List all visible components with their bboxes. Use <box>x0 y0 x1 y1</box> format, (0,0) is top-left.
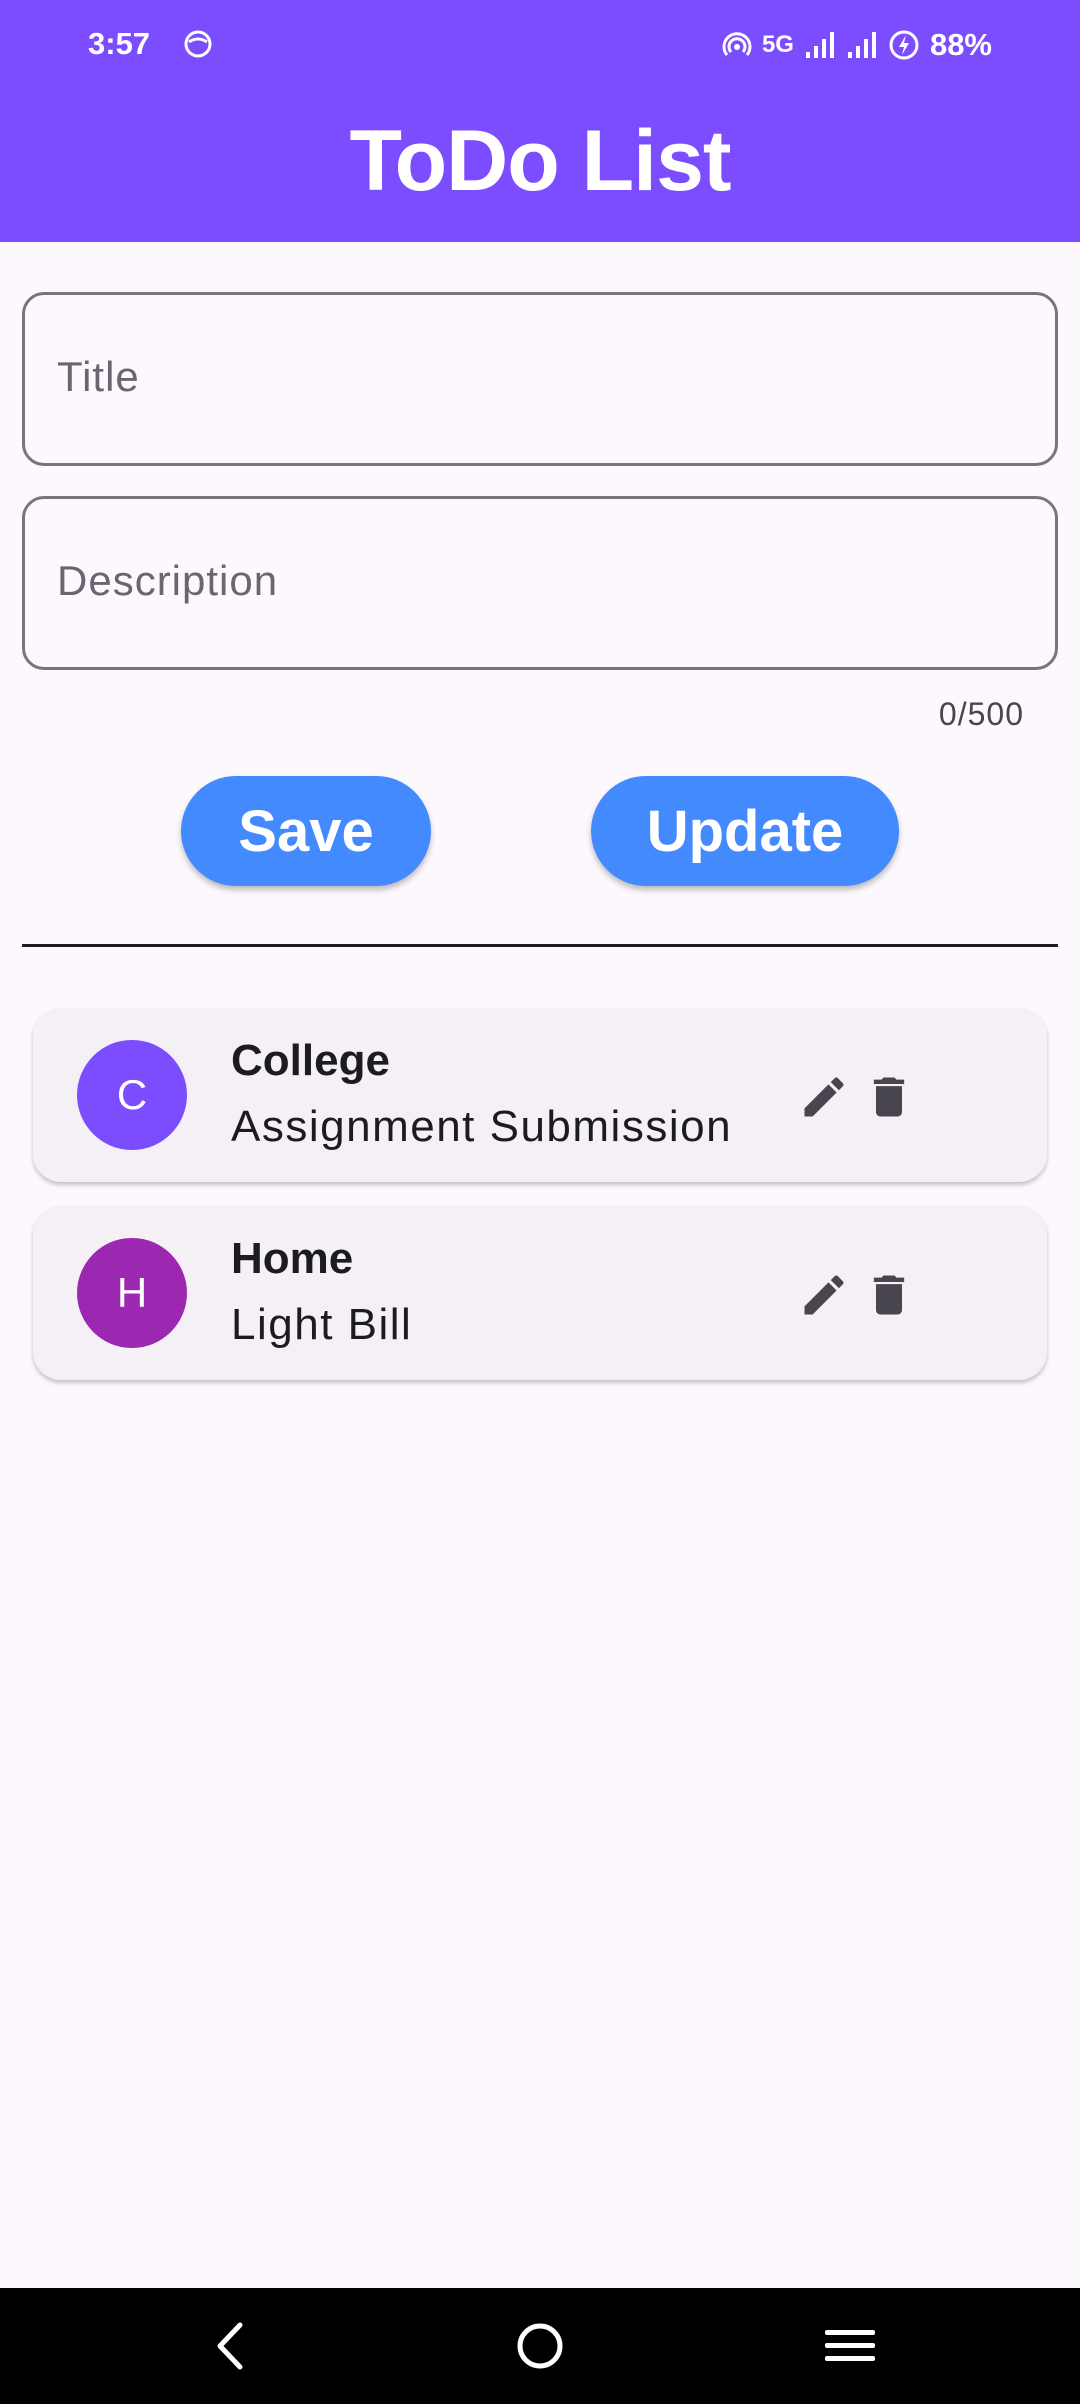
status-time: 3:57 <box>88 26 151 61</box>
character-counter: 0/500 <box>938 696 1024 732</box>
todo-description: Light Bill <box>231 1300 413 1349</box>
update-button[interactable]: Update <box>591 776 899 886</box>
delete-icon[interactable] <box>860 1266 918 1324</box>
title-input[interactable]: Title <box>22 292 1058 466</box>
edit-icon[interactable] <box>795 1068 853 1126</box>
network-type: 5G <box>761 31 794 58</box>
back-icon[interactable] <box>200 2316 260 2376</box>
app-notification-icon <box>182 28 214 60</box>
home-icon[interactable] <box>510 2316 570 2376</box>
edit-icon[interactable] <box>795 1266 853 1324</box>
battery-charging-icon <box>888 29 920 61</box>
status-bar: 3:57 5G 88% <box>0 0 1080 90</box>
description-input[interactable]: Description <box>22 496 1058 670</box>
todo-list-item[interactable]: H Home Light Bill <box>33 1206 1047 1380</box>
todo-description: Assignment Submission <box>231 1102 733 1151</box>
title-placeholder: Title <box>57 353 140 400</box>
signal-icon <box>846 30 878 60</box>
todo-title: College <box>231 1036 390 1085</box>
delete-icon[interactable] <box>860 1068 918 1126</box>
app-bar: 3:57 5G 88% ToDo List <box>0 0 1080 242</box>
system-nav-bar <box>0 2288 1080 2404</box>
description-placeholder: Description <box>57 557 279 604</box>
avatar: C <box>77 1040 187 1150</box>
save-button[interactable]: Save <box>181 776 431 886</box>
battery-percent: 88% <box>929 27 992 62</box>
signal-icon <box>804 30 836 60</box>
status-right-group: 5G 88% <box>722 22 992 68</box>
avatar: H <box>77 1238 187 1348</box>
recents-icon[interactable] <box>820 2316 880 2376</box>
hotspot-icon <box>722 30 752 60</box>
todo-title: Home <box>231 1234 354 1283</box>
divider <box>22 944 1058 947</box>
page-title: ToDo List <box>349 113 731 209</box>
todo-list-item[interactable]: C College Assignment Submission <box>33 1008 1047 1182</box>
